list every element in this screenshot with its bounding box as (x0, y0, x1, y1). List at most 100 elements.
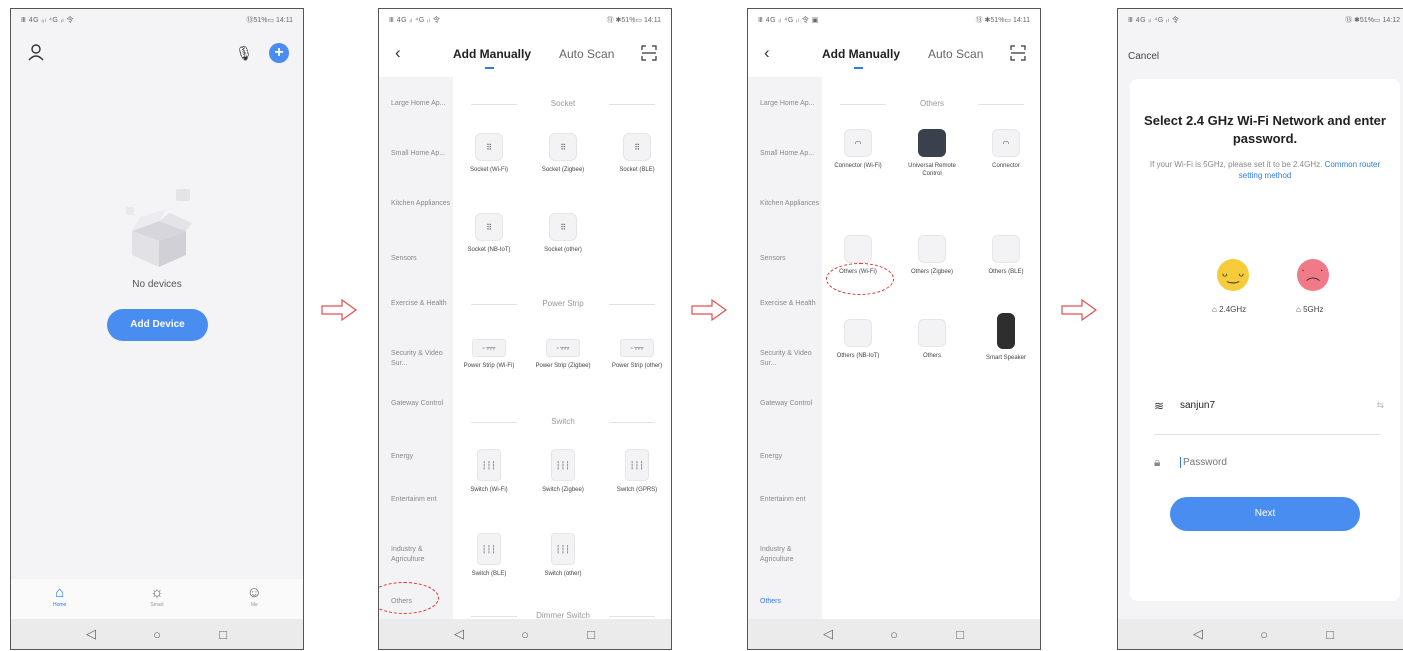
back-triangle-icon[interactable]: ◁ (1190, 626, 1206, 642)
sidebar-item-industry[interactable]: Industry & Agriculture (391, 545, 451, 565)
switch-icon: ┆┆┆ (477, 533, 501, 565)
recents-square-icon[interactable]: □ (952, 627, 968, 642)
sidebar-item-energy[interactable]: Energy (391, 452, 451, 462)
home-circle-icon[interactable]: ○ (149, 627, 165, 642)
device-switch-gprs[interactable]: ┆┆┆ Switch (GPRS) (605, 449, 669, 494)
tab-home[interactable]: ⌂ Home (30, 579, 90, 619)
back-triangle-icon[interactable]: ◁ (451, 626, 467, 642)
microphone-icon[interactable]: 🎙 (235, 45, 253, 62)
flow-arrow-icon (1060, 298, 1098, 322)
tab-me[interactable]: ☺ Me (224, 579, 284, 619)
recents-square-icon[interactable]: □ (1322, 627, 1338, 642)
device-power-strip-other[interactable]: ▫ ▿▿▿ Power Strip (other) (605, 339, 669, 370)
device-others-nbiot[interactable]: Others (NB-IoT) (826, 319, 890, 360)
scan-icon[interactable] (641, 45, 657, 61)
back-triangle-icon[interactable]: ◁ (820, 626, 836, 642)
category-content: Socket ⠿ Socket (Wi-Fi) ⠿ Socket (Zigbee… (453, 77, 671, 621)
device-power-strip-zigbee[interactable]: ▫ ▿▿▿ Power Strip (Zigbee) (531, 339, 595, 370)
device-socket-nbiot[interactable]: ⠿ Socket (NB-IoT) (457, 213, 521, 254)
ssid-value[interactable]: sanjun7 (1180, 400, 1215, 411)
device-socket-zigbee[interactable]: ⠿ Socket (Zigbee) (531, 133, 595, 174)
happy-face-icon: ᵕ‿ᵕ (1217, 259, 1249, 291)
add-device-plus-icon[interactable]: + (269, 43, 289, 63)
sidebar-item-kitchen[interactable]: Kitchen Appliances (391, 199, 451, 209)
category-header: ‹ Add Manually Auto Scan (379, 31, 671, 77)
switch-network-icon[interactable]: ⇆ (1376, 400, 1384, 411)
android-nav-bar: ◁ ○ □ (379, 619, 671, 649)
android-nav-bar: ◁ ○ □ (1118, 619, 1403, 649)
socket-icon: ⠿ (475, 213, 503, 241)
sidebar-item-industry[interactable]: Industry & Agriculture (760, 545, 820, 565)
sidebar-item-security[interactable]: Security & Video Sur... (760, 349, 820, 369)
sidebar-item-small-home[interactable]: Small Home Ap... (391, 149, 451, 159)
next-button[interactable]: Next (1170, 497, 1360, 531)
category-content: Others ◠ Connector (Wi-Fi) Universal Rem… (822, 77, 1040, 621)
socket-icon: ⠿ (549, 213, 577, 241)
status-right: ⑬ ✱51%▭ 14:11 (975, 17, 1030, 24)
home-circle-icon[interactable]: ○ (517, 627, 533, 642)
sidebar-item-entertainment[interactable]: Entertainm ent (391, 495, 451, 505)
sidebar-item-entertainment[interactable]: Entertainm ent (760, 495, 820, 505)
tab-add-manually[interactable]: Add Manually (453, 47, 531, 61)
device-power-strip-wifi[interactable]: ▫ ▿▿▿ Power Strip (Wi-Fi) (457, 339, 521, 370)
sidebar-item-security[interactable]: Security & Video Sur... (391, 349, 451, 369)
cancel-button[interactable]: Cancel (1128, 51, 1159, 62)
user-icon[interactable] (27, 43, 45, 61)
active-tab-indicator (854, 67, 863, 69)
sidebar-item-sensors[interactable]: Sensors (760, 254, 820, 264)
back-chevron-icon[interactable]: ‹ (764, 43, 770, 63)
device-switch-zigbee[interactable]: ┆┆┆ Switch (Zigbee) (531, 449, 595, 494)
sidebar-item-large-home[interactable]: Large Home Ap... (760, 99, 820, 109)
sidebar-item-exercise[interactable]: Exercise & Health (760, 299, 820, 309)
recents-square-icon[interactable]: □ (215, 627, 231, 642)
device-label: Universal Remote Control (908, 163, 956, 177)
sidebar-item-small-home[interactable]: Small Home Ap... (760, 149, 820, 159)
tab-auto-scan[interactable]: Auto Scan (928, 47, 983, 61)
back-chevron-icon[interactable]: ‹ (395, 43, 401, 63)
device-placeholder-icon (918, 319, 946, 347)
device-others-zigbee[interactable]: Others (Zigbee) (900, 235, 964, 276)
device-label: Power Strip (other) (611, 363, 663, 369)
remote-control-icon (918, 129, 946, 157)
no-devices-text: No devices (132, 279, 182, 290)
device-label: Socket (other) (544, 247, 582, 253)
device-switch-other[interactable]: ┆┆┆ Switch (other) (531, 533, 595, 578)
tab-auto-scan[interactable]: Auto Scan (559, 47, 614, 61)
password-field[interactable] (1180, 457, 1380, 468)
sidebar-item-large-home[interactable]: Large Home Ap... (391, 99, 451, 109)
device-others-ble[interactable]: Others (BLE) (974, 235, 1038, 276)
home-circle-icon[interactable]: ○ (1256, 627, 1272, 642)
sidebar-item-gateway[interactable]: Gateway Control (391, 399, 451, 409)
tab-add-manually[interactable]: Add Manually (822, 47, 900, 61)
device-label: Others (922, 353, 941, 359)
sidebar-item-others[interactable]: Others (760, 597, 820, 607)
device-socket-wifi[interactable]: ⠿ Socket (Wi-Fi) (457, 133, 521, 174)
device-universal-remote[interactable]: Universal Remote Control (900, 129, 964, 178)
back-triangle-icon[interactable]: ◁ (83, 626, 99, 642)
sidebar-item-sensors[interactable]: Sensors (391, 254, 451, 264)
device-switch-ble[interactable]: ┆┆┆ Switch (BLE) (457, 533, 521, 578)
sidebar-item-exercise[interactable]: Exercise & Health (391, 299, 451, 309)
home-circle-icon[interactable]: ○ (886, 627, 902, 642)
device-connector[interactable]: ◠ Connector (974, 129, 1038, 170)
sidebar-item-kitchen[interactable]: Kitchen Appliances (760, 199, 820, 209)
device-smart-speaker[interactable]: Smart Speaker (974, 313, 1038, 362)
status-bar: Ⅲ 4G ᵢₗ ⁴G ᵢₗ 令 ⑬ ✱51%▭ 14:12 (1118, 9, 1403, 31)
power-strip-icon: ▫ ▿▿▿ (472, 339, 506, 357)
wifi-icon: ◠ (992, 129, 1020, 157)
device-label: Connector (992, 163, 1020, 169)
device-others[interactable]: Others (900, 319, 964, 360)
sidebar-item-gateway[interactable]: Gateway Control (760, 399, 820, 409)
sidebar-item-energy[interactable]: Energy (760, 452, 820, 462)
section-title-socket: Socket (453, 99, 671, 108)
device-switch-wifi[interactable]: ┆┆┆ Switch (Wi-Fi) (457, 449, 521, 494)
highlight-circle (826, 263, 894, 295)
device-socket-other[interactable]: ⠿ Socket (other) (531, 213, 595, 254)
android-nav-bar: ◁ ○ □ (11, 619, 303, 649)
add-device-button[interactable]: Add Device (107, 309, 208, 341)
recents-square-icon[interactable]: □ (583, 627, 599, 642)
device-connector-wifi[interactable]: ◠ Connector (Wi-Fi) (826, 129, 890, 170)
scan-icon[interactable] (1010, 45, 1026, 61)
tab-smart[interactable]: ☼ Smart (127, 579, 187, 619)
device-socket-ble[interactable]: ⠿ Socket (BLE) (605, 133, 669, 174)
